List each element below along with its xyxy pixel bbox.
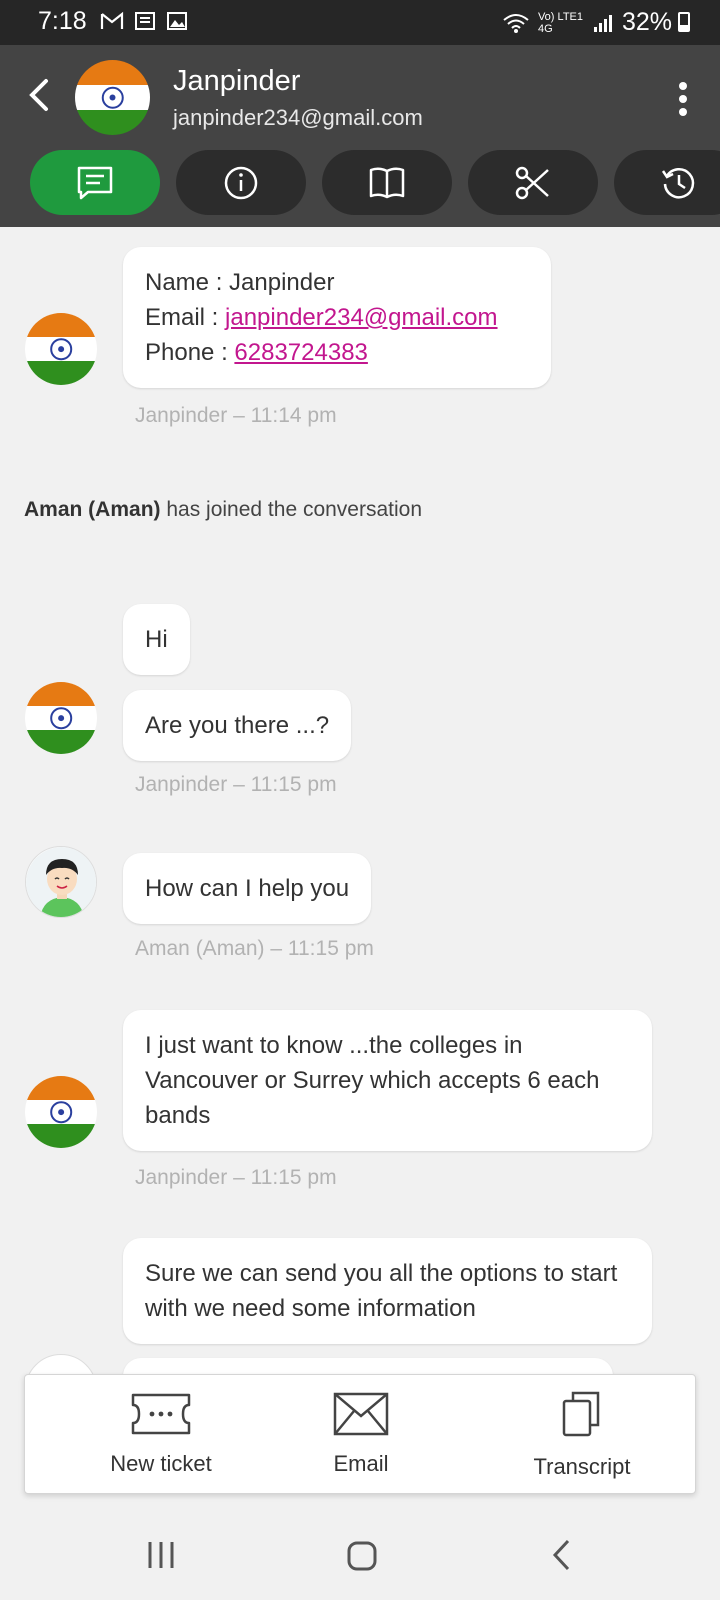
contact-email: janpinder234@gmail.com — [173, 105, 423, 130]
india-flag-icon — [75, 60, 150, 135]
book-icon — [369, 166, 405, 198]
email-button[interactable]: Email — [271, 1389, 451, 1489]
message-bubble: How can I help you — [123, 853, 372, 924]
chevron-left-icon — [29, 79, 48, 111]
more-vertical-icon — [679, 82, 687, 116]
transcript-label: Transcript — [533, 1454, 631, 1479]
tab-canned-responses[interactable] — [468, 150, 598, 215]
message-text: How can I help you — [145, 875, 350, 902]
contact-avatar[interactable] — [75, 60, 150, 135]
visitor-avatar — [25, 1076, 97, 1148]
signal-icon — [593, 14, 612, 32]
scissors-icon — [515, 166, 549, 199]
chat-icon — [77, 166, 113, 199]
status-time: 7:18 — [38, 7, 87, 35]
agent-avatar — [25, 846, 97, 918]
message-meta: Janpinder – 11:15 pm — [135, 773, 337, 796]
ticket-icon — [131, 1393, 191, 1435]
gmail-icon — [100, 11, 124, 29]
recent-apps-icon[interactable] — [146, 1540, 176, 1570]
home-icon[interactable] — [346, 1540, 378, 1572]
agent-face-icon — [26, 847, 96, 917]
conversation-header: Janpinder janpinder234@gmail.com — [0, 45, 720, 227]
history-icon — [661, 167, 695, 198]
system-nav-bar — [0, 1510, 720, 1600]
email-link[interactable]: janpinder234@gmail.com — [225, 304, 498, 331]
phone-prefix: Phone : — [145, 339, 235, 366]
message-meta: Janpinder – 11:14 pm — [135, 404, 337, 427]
message-bubble: I just want to know ...the colleges in V… — [123, 1010, 652, 1151]
battery-percent: 32% — [621, 8, 672, 36]
notification-icons — [100, 10, 188, 32]
message-meta: Janpinder – 11:15 pm — [135, 1166, 337, 1189]
message-text: Are you there ...? — [145, 712, 330, 739]
new-ticket-button[interactable]: New ticket — [71, 1389, 251, 1489]
india-flag-icon — [25, 682, 97, 754]
envelope-icon — [333, 1392, 389, 1436]
action-bar: New ticket Email Transcript — [24, 1374, 696, 1494]
visitor-avatar — [25, 682, 97, 754]
tab-history[interactable] — [614, 150, 720, 215]
wifi-icon — [503, 13, 529, 33]
status-bar: 7:18 Vo) LTE1 4G 32% — [0, 0, 720, 45]
transcript-button[interactable]: Transcript — [492, 1389, 672, 1489]
india-flag-icon — [25, 1076, 97, 1148]
visitor-avatar — [25, 313, 97, 385]
network-label: Vo) LTE1 4G — [537, 10, 583, 35]
back-nav-icon[interactable] — [550, 1538, 572, 1572]
message-bubble: Hi — [123, 604, 190, 675]
message-text: Hi — [145, 626, 168, 653]
info-icon — [224, 166, 258, 199]
news-icon — [135, 12, 155, 30]
message-meta: Aman (Aman) – 11:15 pm — [135, 937, 374, 960]
message-bubble: Are you there ...? — [123, 690, 352, 761]
battery-icon — [678, 12, 690, 32]
conversation-tabs — [30, 150, 720, 215]
back-button[interactable] — [20, 75, 60, 115]
tab-info[interactable] — [176, 150, 306, 215]
more-options-button[interactable] — [678, 80, 688, 120]
message-bubble: Name : Janpinder Email : janpinder234@gm… — [123, 247, 551, 388]
email-prefix: Email : — [145, 304, 226, 331]
tab-chat[interactable] — [30, 150, 160, 215]
phone-link[interactable]: 6283724383 — [234, 339, 367, 366]
status-right: Vo) LTE1 4G 32% — [502, 8, 672, 37]
phone-line: Phone : 6283724383 — [145, 335, 529, 370]
gallery-icon — [167, 12, 187, 30]
contact-name: Janpinder — [173, 65, 301, 97]
tab-knowledge-base[interactable] — [322, 150, 452, 215]
email-label: Email — [333, 1451, 389, 1476]
system-text: has joined the conversation — [160, 498, 423, 521]
message-bubble: Sure we can send you all the options to … — [123, 1238, 652, 1344]
copy-icon — [562, 1391, 600, 1437]
india-flag-icon — [25, 313, 97, 385]
message-text: I just want to know ...the colleges in V… — [145, 1032, 600, 1129]
message-text: Sure we can send you all the options to … — [145, 1260, 618, 1322]
email-line: Email : janpinder234@gmail.com — [145, 300, 529, 335]
system-message: Aman (Aman) has joined the conversation — [24, 498, 422, 522]
new-ticket-label: New ticket — [110, 1451, 212, 1476]
agent-name: Aman (Aman) — [24, 498, 161, 521]
name-line: Name : Janpinder — [145, 269, 335, 296]
